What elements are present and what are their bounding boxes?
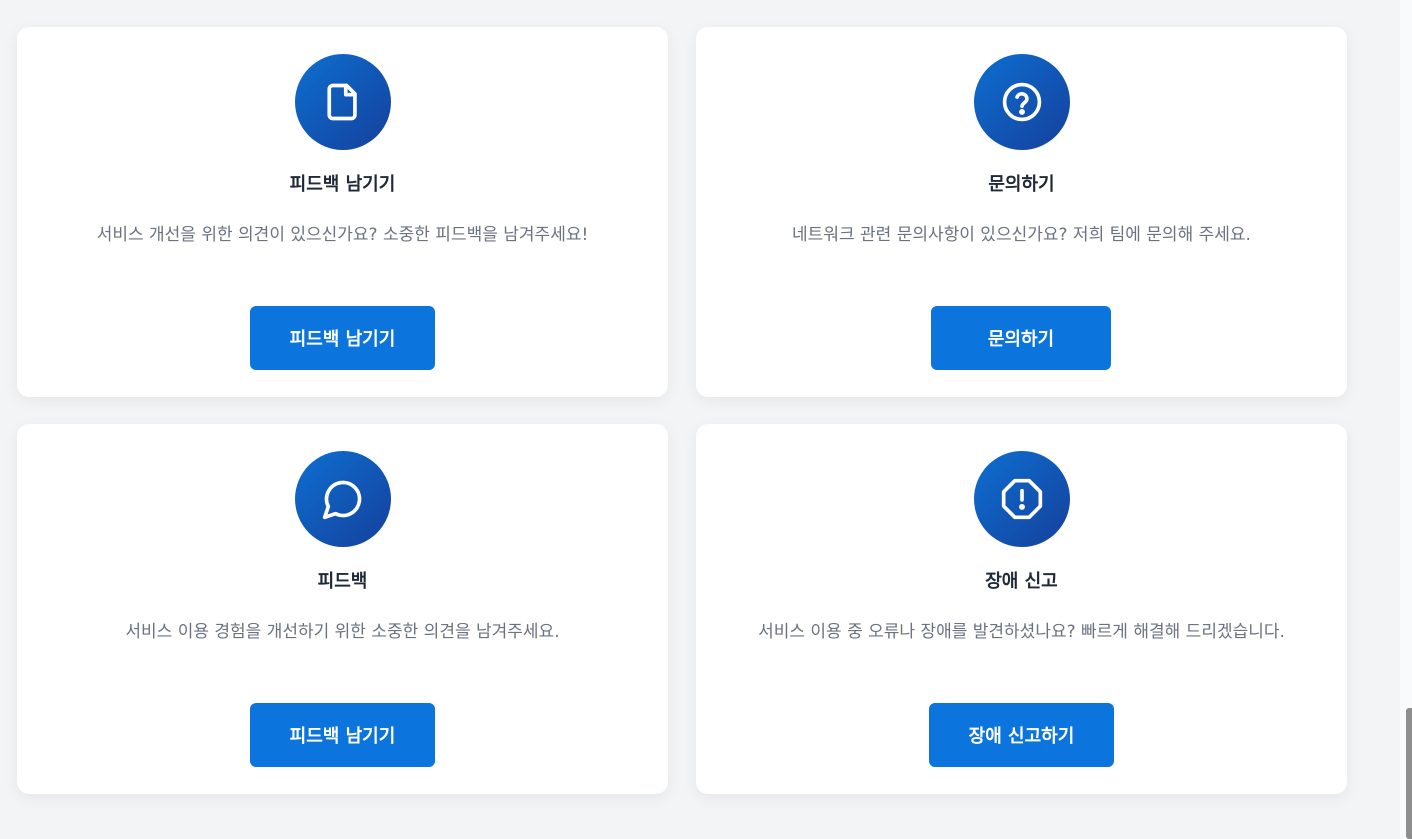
inquiry-button[interactable]: 문의하기 [931, 306, 1111, 370]
card-outage-report: 장애 신고 서비스 이용 중 오류나 장애를 발견하셨나요? 빠르게 해결해 드… [696, 424, 1347, 794]
chat-bubble-icon [295, 451, 391, 547]
card-feedback-leave: 피드백 남기기 서비스 개선을 위한 의견이 있으신가요? 소중한 피드백을 남… [17, 27, 668, 397]
report-outage-button[interactable]: 장애 신고하기 [929, 703, 1114, 767]
card-title: 피드백 남기기 [289, 174, 396, 195]
card-feedback: 피드백 서비스 이용 경험을 개선하기 위한 소중한 의견을 남겨주세요. 피드… [17, 424, 668, 794]
card-title: 문의하기 [988, 174, 1055, 195]
card-inquiry: 문의하기 네트워크 관련 문의사항이 있으신가요? 저희 팀에 문의해 주세요.… [696, 27, 1347, 397]
card-title: 피드백 [317, 571, 368, 592]
card-title: 장애 신고 [985, 571, 1058, 592]
leave-feedback-button[interactable]: 피드백 남기기 [250, 703, 435, 767]
question-circle-icon [974, 54, 1070, 150]
card-description: 네트워크 관련 문의사항이 있으신가요? 저희 팀에 문의해 주세요. [792, 225, 1251, 245]
card-description: 서비스 이용 중 오류나 장애를 발견하셨나요? 빠르게 해결해 드리겠습니다. [758, 622, 1285, 642]
card-description: 서비스 개선을 위한 의견이 있으신가요? 소중한 피드백을 남겨주세요! [96, 225, 589, 245]
card-description: 서비스 이용 경험을 개선하기 위한 소중한 의견을 남겨주세요. [125, 622, 560, 642]
scrollbar-thumb[interactable] [1406, 708, 1412, 839]
leave-feedback-button[interactable]: 피드백 남기기 [250, 306, 435, 370]
file-icon [295, 54, 391, 150]
alert-octagon-icon [974, 451, 1070, 547]
